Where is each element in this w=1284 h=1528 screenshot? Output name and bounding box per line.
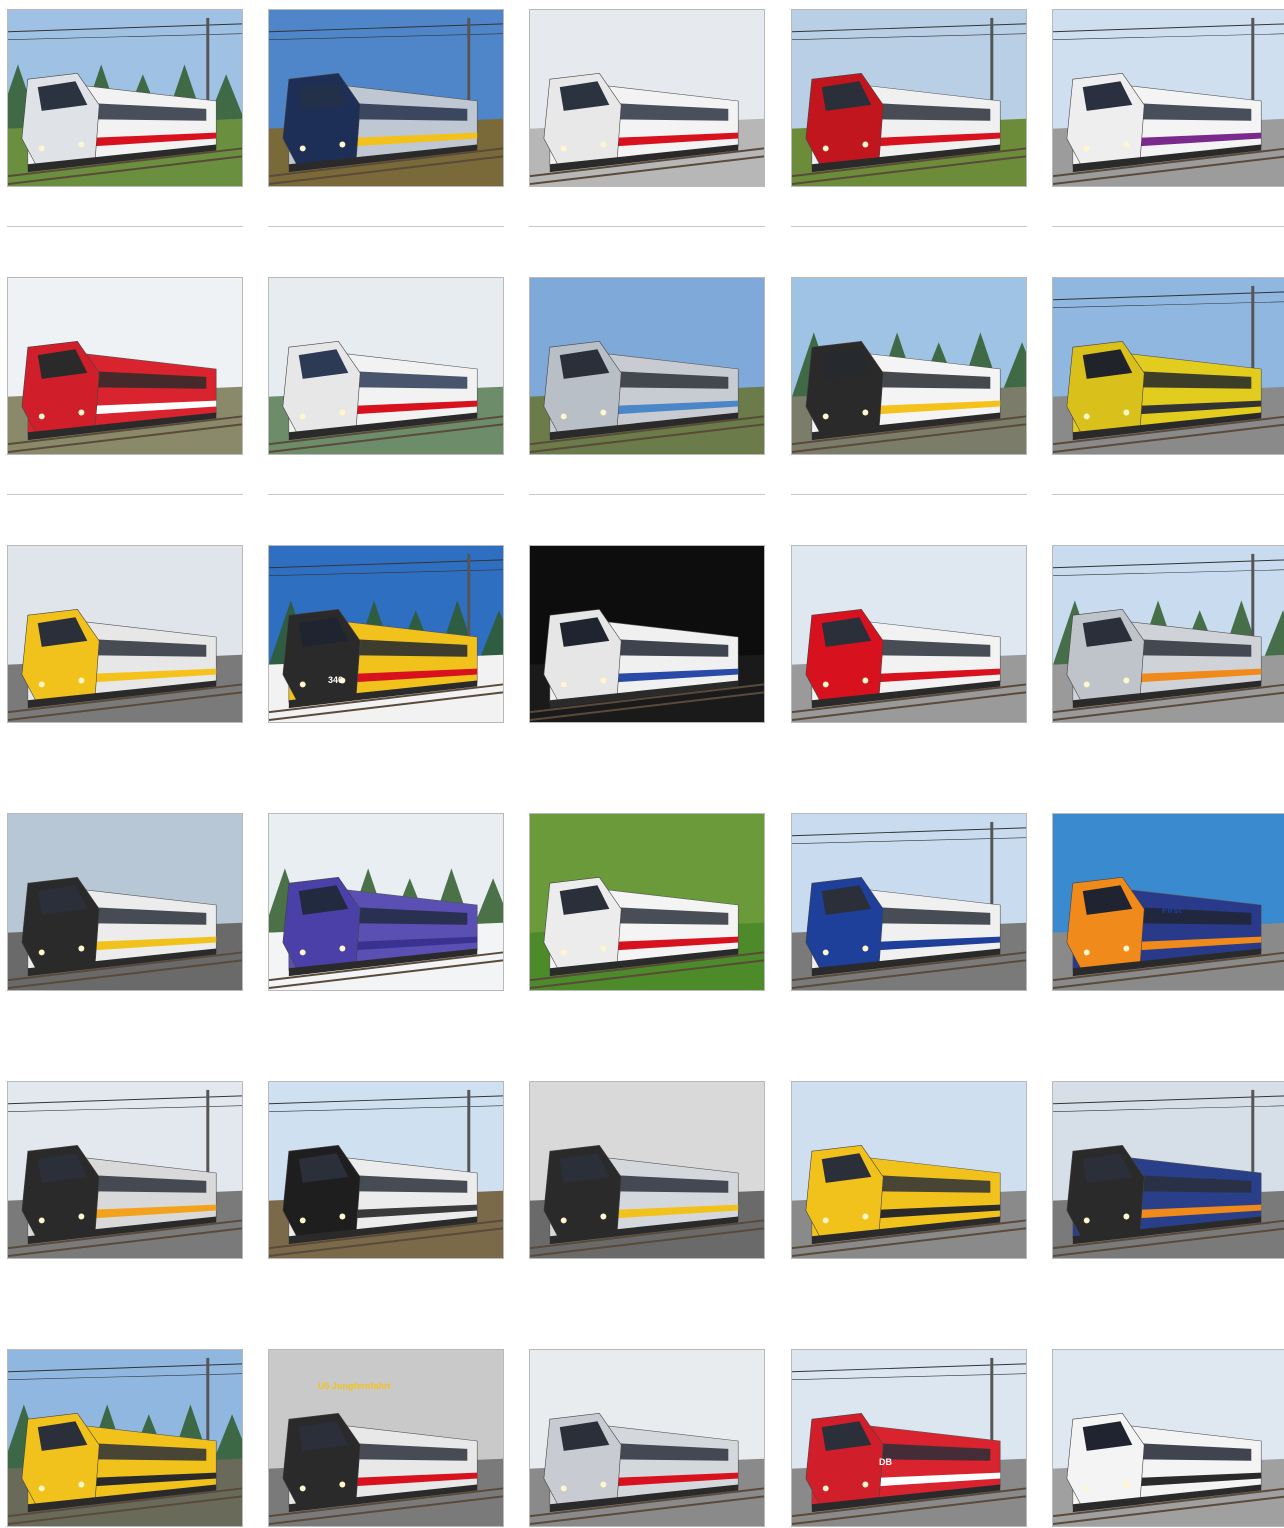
separator-rule	[791, 494, 1027, 495]
vehicle-photo	[269, 10, 503, 186]
photo-tile	[1052, 1349, 1284, 1527]
separator-rule	[268, 226, 504, 227]
vehicle-photo	[792, 278, 1026, 454]
separator-rule	[7, 494, 243, 495]
photo-caption-text: U5 Jungfernfahrt	[318, 1381, 391, 1391]
photo-tile	[268, 813, 504, 991]
photo-tile	[7, 1081, 243, 1259]
vehicle-photo	[1053, 546, 1284, 722]
photo-tile	[529, 277, 765, 455]
photo-caption-text: 340	[328, 675, 344, 685]
vehicle-photo	[8, 1082, 242, 1258]
photo-tile	[7, 813, 243, 991]
photo-tile	[268, 545, 504, 723]
vehicle-photo	[792, 10, 1026, 186]
photo-tile	[7, 9, 243, 187]
photo-tile	[1052, 9, 1284, 187]
photo-tile	[529, 545, 765, 723]
photo-tile	[791, 813, 1027, 991]
vehicle-photo	[8, 814, 242, 990]
separator-rule	[791, 226, 1027, 227]
vehicle-photo	[530, 278, 764, 454]
vehicle-photo	[8, 1350, 242, 1526]
separator-rule	[1052, 494, 1284, 495]
vehicle-photo	[1053, 1350, 1284, 1526]
photo-tile	[1052, 1081, 1284, 1259]
vehicle-photo	[269, 546, 503, 722]
vehicle-photo	[1053, 1082, 1284, 1258]
vehicle-photo	[792, 546, 1026, 722]
photo-tile	[529, 1349, 765, 1527]
photo-tile	[791, 277, 1027, 455]
photo-tile	[1052, 277, 1284, 455]
photo-tile	[529, 1081, 765, 1259]
vehicle-photo	[530, 546, 764, 722]
vehicle-photo	[530, 1350, 764, 1526]
photo-tile	[529, 813, 765, 991]
vehicle-photo	[269, 1350, 503, 1526]
vehicle-photo	[269, 1082, 503, 1258]
photo-tile	[529, 9, 765, 187]
separator-rule	[529, 226, 765, 227]
separator-rule	[7, 226, 243, 227]
photo-tile	[7, 277, 243, 455]
vehicle-photo	[1053, 814, 1284, 990]
vehicle-photo	[530, 10, 764, 186]
separator-rule	[1052, 226, 1284, 227]
vehicle-photo	[1053, 278, 1284, 454]
photo-tile	[268, 1349, 504, 1527]
photo-tile	[791, 1349, 1027, 1527]
vehicle-photo	[792, 1350, 1026, 1526]
photo-tile	[791, 1081, 1027, 1259]
photo-caption-text: First	[1162, 905, 1182, 915]
separator-rule	[268, 494, 504, 495]
photo-tile	[791, 9, 1027, 187]
photo-tile	[791, 545, 1027, 723]
photo-tile	[268, 1081, 504, 1259]
vehicle-photo	[792, 1082, 1026, 1258]
vehicle-photo	[530, 814, 764, 990]
photo-tile	[268, 277, 504, 455]
separator-rule	[529, 494, 765, 495]
photo-tile	[268, 9, 504, 187]
photo-tile	[1052, 813, 1284, 991]
vehicle-photo	[792, 814, 1026, 990]
photo-tile	[1052, 545, 1284, 723]
vehicle-photo	[8, 10, 242, 186]
vehicle-photo	[8, 546, 242, 722]
vehicle-photo	[269, 278, 503, 454]
vehicle-photo	[8, 278, 242, 454]
vehicle-photo	[1053, 10, 1284, 186]
photo-tile	[7, 545, 243, 723]
photo-tile	[7, 1349, 243, 1527]
photo-caption-text: DB	[879, 1457, 892, 1467]
vehicle-photo	[269, 814, 503, 990]
vehicle-photo	[530, 1082, 764, 1258]
